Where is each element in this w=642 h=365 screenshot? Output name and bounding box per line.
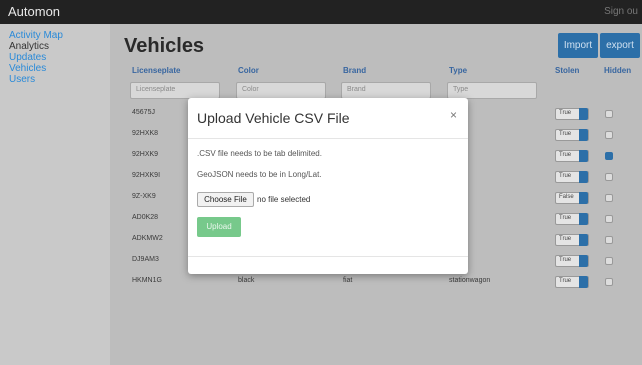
hidden-checkbox[interactable] xyxy=(605,215,613,223)
color-filter-input[interactable]: Color xyxy=(236,82,326,99)
stolen-select[interactable]: True xyxy=(555,108,589,120)
stolen-select-value: True xyxy=(559,131,572,137)
close-icon[interactable]: × xyxy=(450,108,457,122)
select-arrow-icon xyxy=(579,255,588,267)
modal-title: Upload Vehicle CSV File xyxy=(197,110,350,126)
type-filter-input[interactable]: Type xyxy=(447,82,537,99)
stolen-select[interactable]: True xyxy=(555,171,589,183)
brand-cell: fiat xyxy=(343,277,353,284)
stolen-select-value: True xyxy=(559,257,572,263)
stolen-select-value: True xyxy=(559,278,572,284)
select-arrow-icon xyxy=(579,129,588,141)
licenseplate-cell: 45675J xyxy=(132,109,155,116)
stolen-select-value: True xyxy=(559,236,572,242)
stolen-select[interactable]: True xyxy=(555,129,589,141)
stolen-select[interactable]: True xyxy=(555,255,589,267)
hidden-checkbox[interactable] xyxy=(605,278,613,286)
brand-logo[interactable]: Automon xyxy=(8,4,60,19)
select-arrow-icon xyxy=(579,108,588,120)
licenseplate-cell: 92HXK9 xyxy=(132,151,159,158)
licenseplate-cell: AD0K28 xyxy=(132,214,159,221)
column-header-type[interactable]: Type xyxy=(449,66,467,75)
stolen-select[interactable]: True xyxy=(555,150,589,162)
hidden-checkbox[interactable] xyxy=(605,110,613,118)
stolen-select-value: True xyxy=(559,173,572,179)
select-arrow-icon xyxy=(579,150,588,162)
stolen-select-value: True xyxy=(559,110,572,116)
color-cell: black xyxy=(238,277,255,284)
hidden-checkbox[interactable] xyxy=(605,152,613,160)
upload-button[interactable]: Upload xyxy=(197,217,241,237)
column-header-stolen[interactable]: Stolen xyxy=(555,66,579,75)
hidden-checkbox[interactable] xyxy=(605,194,613,202)
stolen-select-value: False xyxy=(559,194,574,200)
stolen-select[interactable]: True xyxy=(555,276,589,288)
licenseplate-cell: DJ9AM3 xyxy=(132,256,159,263)
hidden-checkbox[interactable] xyxy=(605,236,613,244)
geojson-note: GeoJSON needs to be in Long/Lat. xyxy=(197,170,322,179)
sidebar-item-updates[interactable]: Updates xyxy=(0,52,110,63)
select-arrow-icon xyxy=(579,192,588,204)
sidebar: Activity Map Analytics Updates Vehicles … xyxy=(0,24,110,365)
stolen-select[interactable]: True xyxy=(555,234,589,246)
sidebar-item-vehicles[interactable]: Vehicles xyxy=(0,63,110,74)
select-arrow-icon xyxy=(579,213,588,225)
choose-file-button[interactable]: Choose File xyxy=(197,192,254,207)
brand-filter-input[interactable]: Brand xyxy=(341,82,431,99)
select-arrow-icon xyxy=(579,276,588,288)
licenseplate-cell: HKMN1G xyxy=(132,277,162,284)
stolen-select[interactable]: True xyxy=(555,213,589,225)
select-arrow-icon xyxy=(579,171,588,183)
hidden-checkbox[interactable] xyxy=(605,257,613,265)
sidebar-item-activity-map[interactable]: Activity Map xyxy=(0,30,110,41)
hidden-checkbox[interactable] xyxy=(605,173,613,181)
sidebar-item-users[interactable]: Users xyxy=(0,74,110,85)
page-title: Vehicles xyxy=(124,35,205,57)
column-header-color[interactable]: Color xyxy=(238,66,259,75)
select-arrow-icon xyxy=(579,234,588,246)
table-row[interactable]: HKMN1G black fiat stationwagon True xyxy=(110,272,642,293)
stolen-select-value: True xyxy=(559,152,572,158)
csv-delimiter-note: .CSV file needs to be tab delimited. xyxy=(197,149,322,158)
modal-footer-divider xyxy=(188,256,468,257)
export-button[interactable]: export xyxy=(600,33,640,58)
stolen-select-value: True xyxy=(559,215,572,221)
licenseplate-filter-input[interactable]: Licenseplate xyxy=(130,82,220,99)
licenseplate-cell: 92HXK9I xyxy=(132,172,161,179)
licenseplate-cell: ADKMW2 xyxy=(132,235,163,242)
column-header-hidden[interactable]: Hidden xyxy=(604,66,631,75)
upload-csv-modal: Upload Vehicle CSV File × .CSV file need… xyxy=(188,98,468,274)
modal-header-divider xyxy=(188,138,468,139)
sign-out-link[interactable]: Sign ou xyxy=(604,6,638,17)
licenseplate-cell: 92HXK8 xyxy=(132,130,159,137)
top-navbar: Automon Sign ou xyxy=(0,0,642,24)
hidden-checkbox[interactable] xyxy=(605,131,613,139)
column-header-licenseplate[interactable]: Licenseplate xyxy=(132,66,180,75)
stolen-select[interactable]: False xyxy=(555,192,589,204)
licenseplate-cell: 9Z-XK9 xyxy=(132,193,156,200)
type-cell: stationwagon xyxy=(449,277,491,284)
import-button[interactable]: Import xyxy=(558,33,598,58)
column-header-brand[interactable]: Brand xyxy=(343,66,366,75)
sidebar-item-analytics[interactable]: Analytics xyxy=(0,41,110,52)
file-status-text: no file selected xyxy=(257,195,311,204)
